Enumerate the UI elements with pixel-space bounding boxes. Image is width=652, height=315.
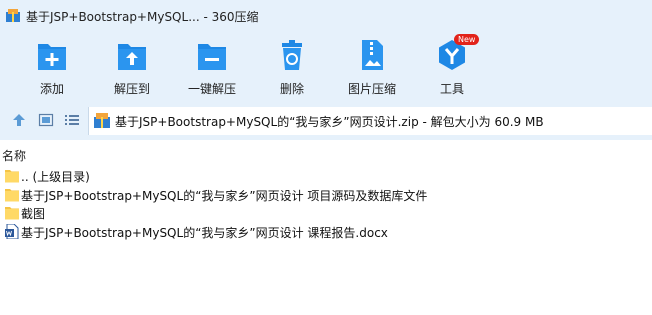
word-document-icon bbox=[5, 224, 19, 239]
list-item-name: 基于JSP+Bootstrap+MySQL的“我与家乡”网页设计 项目源码及数据… bbox=[21, 189, 428, 203]
list-item-name: 基于JSP+Bootstrap+MySQL的“我与家乡”网页设计 课程报告.do… bbox=[21, 226, 388, 240]
folder-icon bbox=[5, 207, 19, 220]
delete-label: 删除 bbox=[279, 82, 304, 96]
list-header: 名称 bbox=[0, 146, 652, 164]
image-compress-icon bbox=[362, 40, 383, 70]
add-icon bbox=[38, 44, 66, 70]
add-button[interactable]: 添加 bbox=[12, 36, 92, 96]
extract-to-button[interactable]: 解压到 bbox=[92, 36, 172, 96]
image-compress-button[interactable]: 图片压缩 bbox=[332, 36, 412, 96]
image-compress-label: 图片压缩 bbox=[347, 82, 396, 96]
window-title: 基于JSP+Bootstrap+MySQL... - 360压缩 bbox=[26, 10, 259, 24]
tools-label: 工具 bbox=[439, 82, 464, 96]
address-bar: 基于JSP+Bootstrap+MySQL的“我与家乡”网页设计.zip - 解… bbox=[0, 100, 652, 140]
list-item-name: .. (上级目录) bbox=[21, 170, 90, 184]
folder-icon bbox=[5, 170, 19, 183]
new-badge: New bbox=[454, 34, 480, 45]
one-click-extract-label: 一键解压 bbox=[187, 82, 236, 96]
extract-to-icon bbox=[118, 44, 146, 70]
delete-icon bbox=[282, 40, 302, 70]
title-bar: 基于JSP+Bootstrap+MySQL... - 360压缩 bbox=[0, 0, 652, 32]
add-label: 添加 bbox=[39, 82, 64, 96]
zip-archive-icon bbox=[94, 113, 110, 128]
list-item-screenshots-folder[interactable]: 截图 bbox=[0, 204, 652, 222]
archive-path: 基于JSP+Bootstrap+MySQL的“我与家乡”网页设计.zip - 解… bbox=[115, 115, 544, 129]
archive-app-icon bbox=[6, 9, 20, 22]
tools-button[interactable]: New 工具 bbox=[412, 34, 492, 96]
extract-to-label: 解压到 bbox=[113, 82, 150, 96]
delete-button[interactable]: 删除 bbox=[252, 36, 332, 96]
folder-icon bbox=[5, 189, 19, 202]
thumbnail-view-icon[interactable] bbox=[38, 112, 54, 128]
list-item-parent-dir[interactable]: .. (上级目录) bbox=[0, 167, 652, 185]
one-click-extract-button[interactable]: 一键解压 bbox=[172, 36, 252, 96]
main-toolbar: 添加 解压到 一键解压 删除 图片压缩 New 工具 bbox=[0, 32, 652, 100]
list-item-name: 截图 bbox=[21, 207, 46, 221]
one-click-extract-icon bbox=[198, 44, 226, 70]
list-item-source-folder[interactable]: 基于JSP+Bootstrap+MySQL的“我与家乡”网页设计 项目源码及数据… bbox=[0, 186, 652, 204]
column-header-name[interactable]: 名称 bbox=[2, 147, 26, 164]
up-arrow-icon[interactable] bbox=[11, 112, 27, 128]
list-view-icon[interactable] bbox=[64, 112, 80, 128]
list-item-report-docx[interactable]: 基于JSP+Bootstrap+MySQL的“我与家乡”网页设计 课程报告.do… bbox=[0, 223, 652, 241]
path-field[interactable]: 基于JSP+Bootstrap+MySQL的“我与家乡”网页设计.zip - 解… bbox=[88, 107, 652, 135]
